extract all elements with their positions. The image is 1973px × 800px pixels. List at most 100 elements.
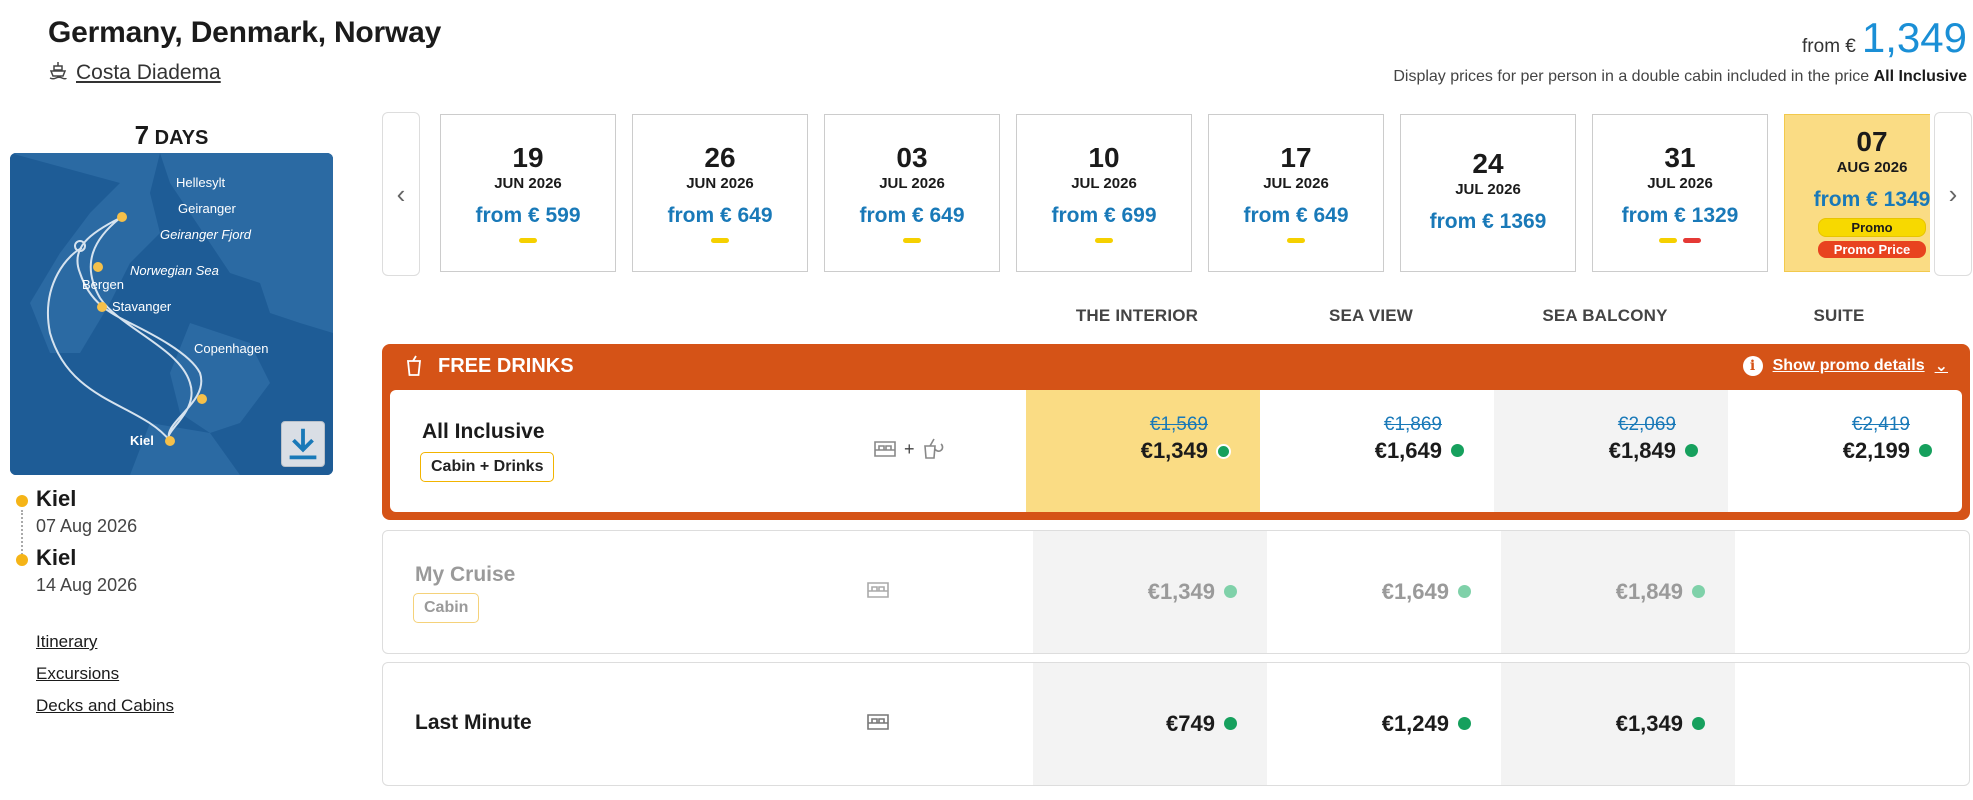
promo-details-text[interactable]: Show promo details	[1773, 357, 1925, 375]
date-month-year: JUL 2026	[1647, 175, 1713, 192]
availability-dot	[1458, 717, 1471, 730]
date-from-price: from € 1329	[1621, 204, 1739, 227]
availability-bar	[519, 238, 537, 243]
days-label: DAYS	[154, 127, 209, 149]
date-month-year: JUN 2026	[686, 175, 754, 192]
ship-name[interactable]: Costa Diadema	[76, 61, 221, 85]
date-month-year: JUN 2026	[494, 175, 562, 192]
stop-dot	[16, 495, 28, 507]
map-download-button[interactable]	[281, 421, 325, 467]
ship-icon	[48, 60, 68, 86]
price-cell-interior[interactable]: €749	[1033, 663, 1267, 785]
date-card[interactable]: 24 JUL 2026 from € 1369	[1400, 114, 1576, 272]
price-cell-sea-balcony[interactable]: €2,069 €1,849	[1494, 390, 1728, 512]
map-label-kiel: Kiel	[130, 433, 154, 448]
date-card[interactable]: 26 JUN 2026 from € 649	[632, 114, 808, 272]
availability-bars	[441, 238, 615, 243]
cabin-type-headers: THE INTERIOR SEA VIEW SEA BALCONY SUITE	[1020, 306, 1960, 326]
col-header-suite: SUITE	[1813, 306, 1865, 325]
cocktail-icon	[923, 438, 943, 459]
new-price: €2,199	[1842, 438, 1910, 463]
date-card[interactable]: 17 JUL 2026 from € 649	[1208, 114, 1384, 272]
price-cell-sea-view[interactable]: €1,249	[1267, 663, 1501, 785]
stop-departure: Kiel 07 Aug 2026	[14, 486, 334, 537]
date-card[interactable]: 07 AUG 2026 from € 1349 Promo Promo Price	[1784, 114, 1930, 272]
price: €1,349	[1147, 579, 1215, 604]
price-cell-interior[interactable]: €1,569 €1,349	[1026, 390, 1260, 512]
availability-bars	[1593, 238, 1767, 243]
availability-bar	[1095, 238, 1113, 243]
price-cell-sea-balcony[interactable]: €1,349	[1501, 663, 1735, 785]
date-day: 19	[512, 142, 544, 173]
date-day: 24	[1472, 148, 1504, 179]
availability-bars	[1209, 238, 1383, 243]
date-month-year: JUL 2026	[879, 175, 945, 192]
price-note-bold: All Inclusive	[1873, 68, 1967, 85]
date-card[interactable]: 10 JUL 2026 from € 699	[1016, 114, 1192, 272]
fare-row-last-minute: Last Minute €749 €1,249 €1,349	[382, 662, 1970, 786]
date-day: 10	[1088, 142, 1120, 173]
price-cell-suite[interactable]: €2,419 €2,199	[1728, 390, 1962, 512]
date-day: 26	[704, 142, 736, 173]
date-month-year: JUL 2026	[1455, 181, 1521, 198]
availability-bars	[825, 238, 999, 243]
availability-bar	[1683, 238, 1701, 243]
availability-bar	[1659, 238, 1677, 243]
itinerary-link[interactable]: Itinerary	[36, 632, 174, 652]
date-card[interactable]: 19 JUN 2026 from € 599	[440, 114, 616, 272]
price-cell-suite	[1735, 663, 1969, 785]
excursions-link[interactable]: Excursions	[36, 664, 174, 684]
trip-duration: 7 DAYS	[10, 120, 333, 151]
info-icon: i	[1742, 356, 1763, 376]
price: €1,349	[1615, 711, 1683, 736]
stop-date: 14 Aug 2026	[36, 575, 138, 595]
date-month-year: JUL 2026	[1263, 175, 1329, 192]
date-month-year: AUG 2026	[1836, 159, 1908, 176]
promo-price-badge: Promo Price	[1818, 241, 1926, 258]
price: €1,649	[1381, 579, 1449, 604]
availability-dot	[1216, 444, 1231, 459]
col-header-sea-balcony: SEA BALCONY	[1542, 306, 1668, 325]
old-price: €2,069	[1617, 414, 1676, 435]
price-note-text: Display prices for per person in a doubl…	[1393, 68, 1870, 85]
old-price: €1,869	[1383, 414, 1442, 435]
map-label-bergen: Bergen	[82, 277, 124, 292]
decks-cabins-link[interactable]: Decks and Cabins	[36, 696, 174, 716]
stop-dot	[16, 554, 28, 566]
price-amount: 1,349	[1861, 14, 1967, 61]
price: €1,849	[1615, 579, 1683, 604]
fare-tag: Cabin	[413, 593, 480, 623]
availability-dot	[1451, 444, 1464, 457]
new-price: €1,349	[1140, 438, 1208, 463]
show-promo-details[interactable]: i Show promo details ⌄	[1742, 356, 1948, 376]
price-cell-interior[interactable]: €1,349	[1033, 531, 1267, 653]
fare-name: My Cruise	[415, 563, 516, 586]
date-card[interactable]: 31 JUL 2026 from € 1329	[1592, 114, 1768, 272]
availability-bars	[633, 238, 807, 243]
bed-icon	[867, 582, 889, 598]
new-price: €1,649	[1374, 438, 1442, 463]
availability-bar	[903, 238, 921, 243]
availability-dot	[1224, 717, 1237, 730]
ship-link[interactable]: Costa Diadema	[48, 60, 221, 86]
route-stops: Kiel 07 Aug 2026 Kiel 14 Aug 2026	[14, 486, 334, 604]
price-note: Display prices for per person in a doubl…	[1393, 68, 1967, 86]
bed-icon	[867, 714, 889, 730]
fare-icons: +	[872, 436, 947, 462]
date-day: 07	[1856, 126, 1888, 157]
date-card[interactable]: 03 JUL 2026 from € 649	[824, 114, 1000, 272]
old-price: €2,419	[1851, 414, 1910, 435]
availability-dot	[1919, 444, 1932, 457]
price-cell-sea-view[interactable]: €1,869 €1,649	[1260, 390, 1494, 512]
date-from-price: from € 699	[1051, 204, 1157, 227]
download-icon	[289, 428, 317, 460]
price-cell-sea-balcony[interactable]: €1,849	[1501, 531, 1735, 653]
map-label-geiranger: Geiranger	[178, 201, 236, 216]
fare-name: All Inclusive	[422, 420, 545, 443]
route-map[interactable]: Hellesylt Geiranger Geiranger Fjord Norw…	[10, 153, 333, 475]
price: €1,249	[1381, 711, 1449, 736]
carousel-prev-button[interactable]: ‹	[382, 112, 420, 276]
carousel-next-button[interactable]: ›	[1934, 112, 1972, 276]
price-cell-suite	[1735, 531, 1969, 653]
price-cell-sea-view[interactable]: €1,649	[1267, 531, 1501, 653]
